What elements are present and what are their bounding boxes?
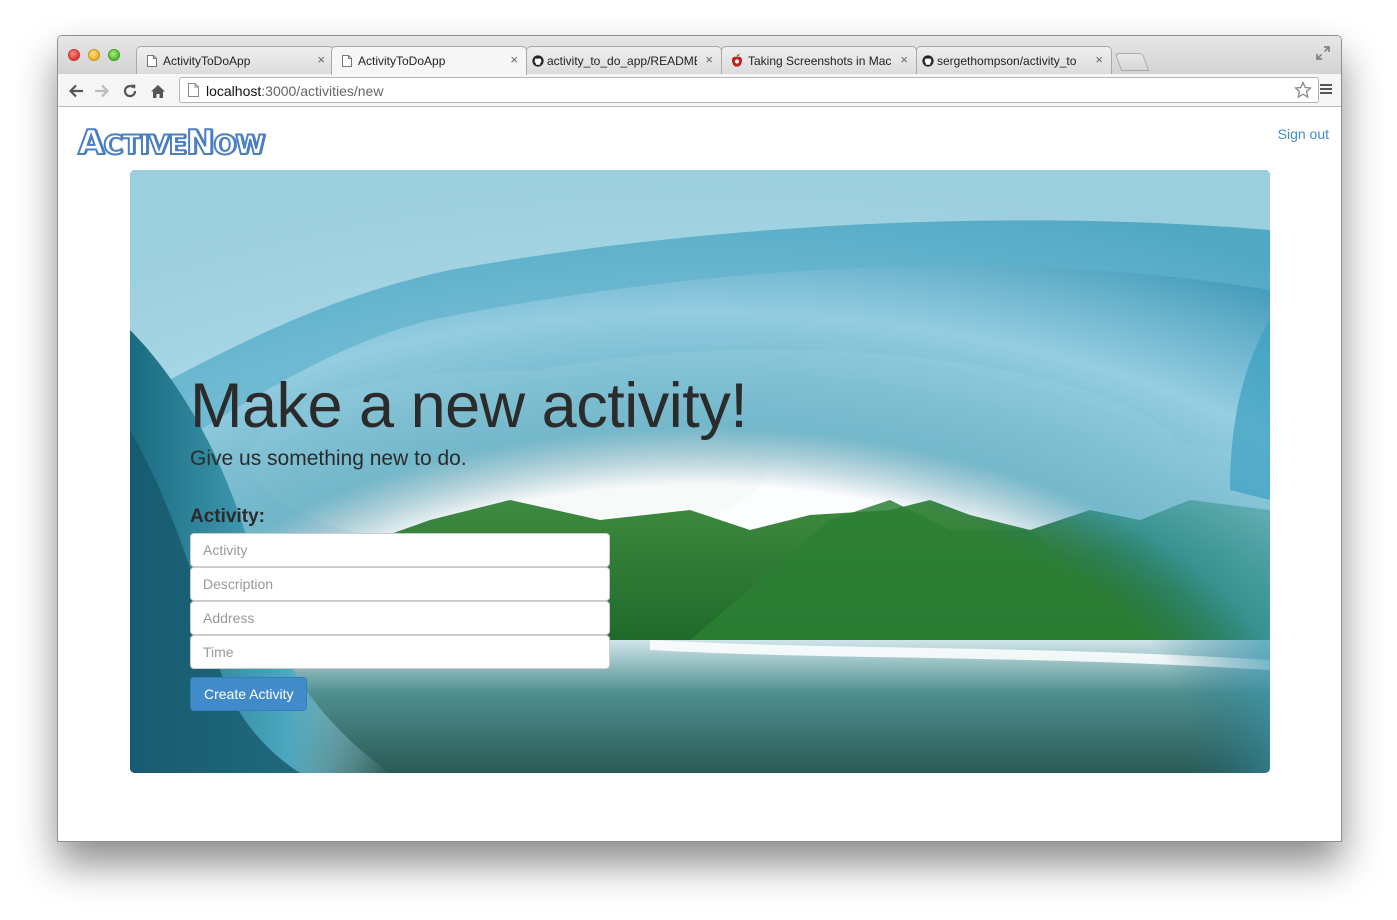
tab-close-icon[interactable]: × [510, 52, 518, 67]
tab-5[interactable]: sergethompson/activity_to × [916, 46, 1112, 74]
home-icon[interactable] [148, 81, 168, 101]
github-icon [532, 54, 544, 68]
tab-close-icon[interactable]: × [705, 52, 713, 67]
address-bar[interactable]: localhost:3000/activities/new [179, 77, 1319, 103]
apple-icon [731, 54, 743, 68]
tab-close-icon[interactable]: × [317, 52, 325, 67]
new-tab-button[interactable] [1114, 53, 1150, 71]
back-arrow-icon[interactable] [66, 81, 86, 101]
tab-2[interactable]: ActivityToDoApp × [331, 46, 527, 75]
page-subtitle: Give us something new to do. [190, 447, 467, 470]
new-activity-form: Create Activity [190, 533, 610, 711]
close-window-button[interactable] [68, 49, 80, 61]
page-title: Make a new activity! [190, 371, 748, 441]
time-input[interactable] [190, 635, 610, 669]
hero-jumbotron: Make a new activity! Give us something n… [130, 170, 1270, 773]
browser-toolbar: localhost:3000/activities/new [58, 74, 1341, 107]
logo-word1-cap: A [77, 123, 105, 163]
tab-title: activity_to_do_app/README [547, 54, 697, 68]
minimize-window-button[interactable] [88, 49, 100, 61]
menu-icon[interactable] [1319, 82, 1335, 98]
url-host: localhost [206, 83, 262, 99]
page-icon [146, 54, 158, 68]
logo[interactable]: ACTIVENOW [77, 123, 266, 165]
github-icon [922, 54, 934, 68]
tab-strip: ActivityToDoApp × ActivityToDoApp × acti… [58, 36, 1341, 75]
tab-close-icon[interactable]: × [900, 52, 908, 67]
create-activity-button[interactable]: Create Activity [190, 677, 308, 711]
activity-input[interactable] [190, 533, 610, 567]
reload-icon[interactable] [120, 81, 140, 101]
tab-4[interactable]: Taking Screenshots in Mac × [721, 46, 917, 74]
url-text: localhost:3000/activities/new [206, 83, 383, 99]
description-input[interactable] [190, 567, 610, 601]
tab-title: Taking Screenshots in Mac [748, 54, 892, 68]
page-icon [341, 54, 353, 68]
activity-form-label: Activity: [190, 506, 265, 527]
tab-title: ActivityToDoApp [358, 54, 446, 68]
bookmark-star-icon[interactable] [1293, 80, 1313, 104]
page-icon [188, 83, 199, 102]
zoom-window-button[interactable] [108, 49, 120, 61]
page-content: ACTIVENOW Sign out Make a new activity! … [58, 107, 1341, 841]
tab-1[interactable]: ActivityToDoApp × [136, 46, 334, 74]
tab-title: sergethompson/activity_to [937, 54, 1077, 68]
logo-word2-cap: N [185, 123, 216, 163]
logo-word1-rest: CTIVE [102, 129, 188, 162]
url-path: :3000/activities/new [261, 83, 384, 99]
hero-content: Make a new activity! Give us something n… [190, 372, 890, 711]
tab-close-icon[interactable]: × [1095, 52, 1103, 67]
forward-arrow-icon[interactable] [92, 81, 112, 101]
fullscreen-icon[interactable] [1315, 45, 1331, 61]
address-input[interactable] [190, 601, 610, 635]
tab-3[interactable]: activity_to_do_app/README × [526, 46, 722, 74]
browser-window: ActivityToDoApp × ActivityToDoApp × acti… [57, 35, 1342, 842]
logo-word2-rest: OW [212, 129, 266, 162]
tab-title: ActivityToDoApp [163, 54, 251, 68]
sign-out-link[interactable]: Sign out [1278, 126, 1329, 142]
